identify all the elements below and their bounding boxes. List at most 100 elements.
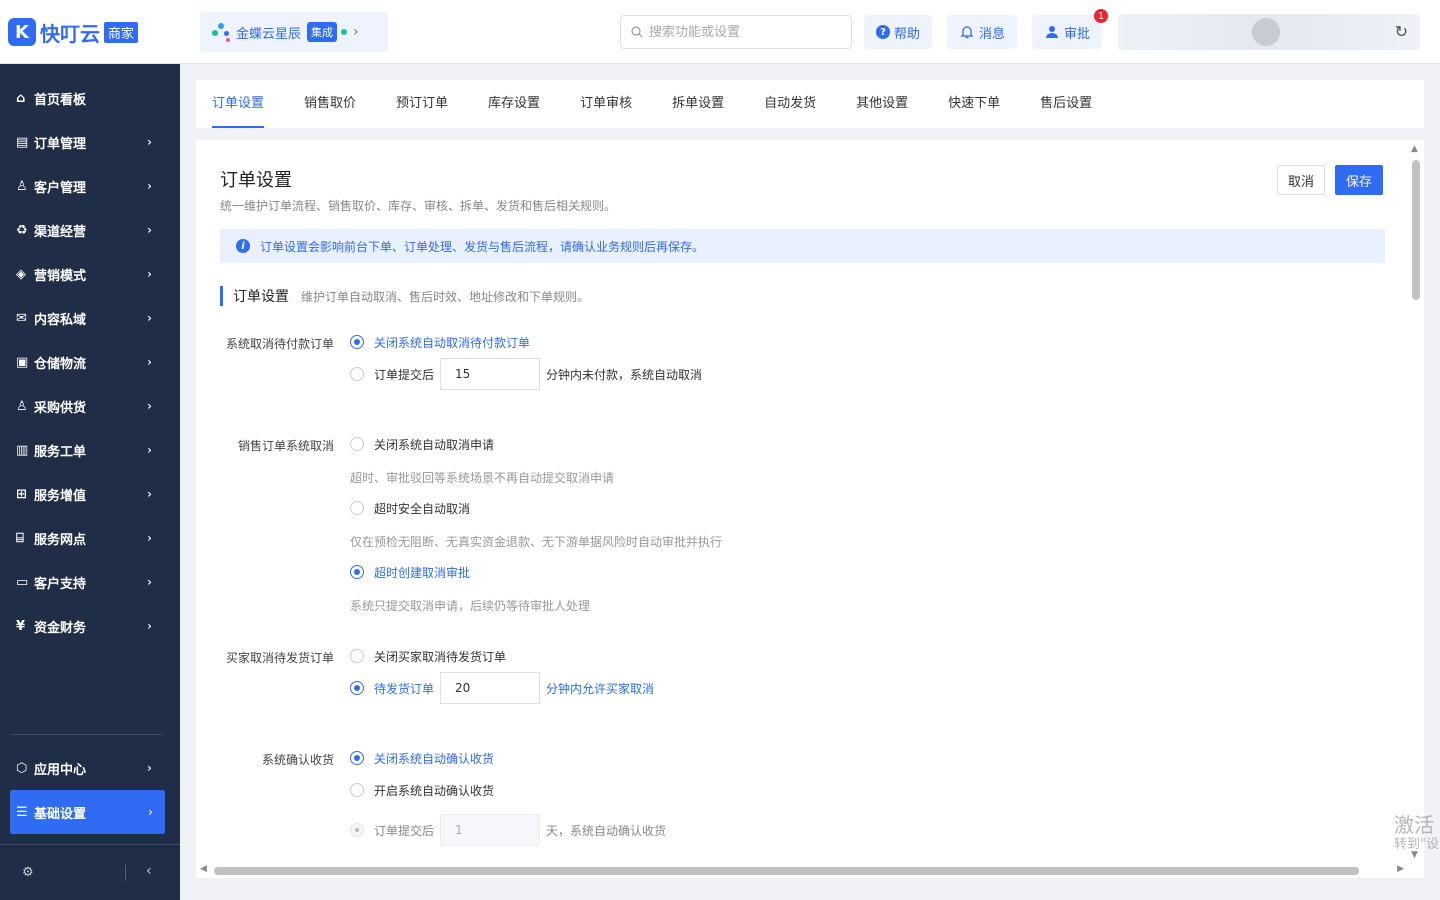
sidebar-item[interactable]: ♙ 采购供货 › bbox=[0, 384, 180, 428]
buyer-cancel-off-option[interactable]: 关闭买家取消待发货订单 bbox=[350, 646, 506, 666]
tab[interactable]: 预订订单 bbox=[396, 80, 448, 128]
sidebar-item[interactable]: ☰ 基础设置 › bbox=[10, 790, 165, 834]
radio-unselected[interactable] bbox=[350, 501, 364, 515]
sidebar-item[interactable]: ◈ 营销模式 › bbox=[0, 252, 180, 296]
sales-cancel-safe-option[interactable]: 超时安全自动取消 bbox=[350, 498, 470, 518]
tab[interactable]: 销售取价 bbox=[304, 80, 356, 128]
tab[interactable]: 售后设置 bbox=[1040, 80, 1092, 128]
buyer-cancel-timed-option[interactable]: 待发货订单 20 分钟内允许买家取消 bbox=[350, 672, 654, 704]
help-button[interactable]: ? 帮助 bbox=[864, 15, 933, 49]
settings-panel: 订单设置 统一维护订单流程、销售取价、库存、审核、拆单、发货和售后相关规则。 取… bbox=[196, 140, 1408, 864]
tag-icon: ◈ bbox=[16, 266, 26, 282]
chevron-right-icon: › bbox=[147, 531, 152, 545]
sidebar-item-label: 服务网点 bbox=[34, 532, 87, 548]
scroll-left-icon[interactable]: ◀ bbox=[200, 864, 207, 874]
radio-selected[interactable] bbox=[350, 681, 364, 695]
tab[interactable]: 拆单设置 bbox=[672, 80, 724, 128]
radio-unselected[interactable] bbox=[350, 367, 364, 381]
radio-unselected[interactable] bbox=[350, 649, 364, 663]
tenant-switcher[interactable]: 金蝶云星辰 集成 › bbox=[200, 12, 388, 52]
sidebar-item[interactable]: ✉ 内容私域 › bbox=[0, 296, 180, 340]
sidebar-item[interactable]: ⊞ 服务增值 › bbox=[0, 472, 180, 516]
sidebar-item-label: 资金财务 bbox=[34, 620, 87, 636]
confirm-receipt-off-option[interactable]: 关闭系统自动确认收货 bbox=[350, 748, 494, 768]
sidebar-item[interactable]: ▥ 服务工单 › bbox=[0, 428, 180, 472]
radio-selected[interactable] bbox=[350, 751, 364, 765]
horizontal-scroll-thumb[interactable] bbox=[214, 867, 1359, 875]
gear-icon[interactable]: ⚙ bbox=[22, 865, 34, 880]
help-label: 帮助 bbox=[894, 26, 921, 42]
sales-cancel-safe-hint: 仅在预检无阻断、无真实资金退款、无下游单据风险时自动审批并执行 bbox=[350, 535, 723, 549]
sidebar-item[interactable]: ▤ 订单管理 › bbox=[0, 120, 180, 164]
search-input[interactable] bbox=[649, 24, 839, 40]
tab[interactable]: 订单审核 bbox=[580, 80, 632, 128]
radio-unselected[interactable] bbox=[350, 437, 364, 451]
sidebar-item[interactable]: ⌂ 首页看板 bbox=[0, 76, 180, 120]
sidebar-item[interactable]: ▣ 仓储物流 › bbox=[0, 340, 180, 384]
approval-button[interactable]: 审批 1 bbox=[1032, 9, 1109, 49]
tab[interactable]: 订单设置 bbox=[212, 80, 265, 128]
mail-icon: ✉ bbox=[16, 310, 27, 326]
option-label: 开启系统自动确认收货 bbox=[374, 783, 495, 798]
receipt-days-input[interactable]: 1 bbox=[440, 814, 541, 846]
sales-cancel-approval-option[interactable]: 超时创建取消审批 bbox=[350, 562, 470, 582]
unpaid-cancel-off-option[interactable]: 关闭系统自动取消待付款订单 bbox=[350, 332, 530, 352]
settings-tabs: 订单设置 销售取价 预订订单 库存设置 订单审核 拆单设置 自动发货 其他设置 快速下单 售后设置 bbox=[196, 80, 1424, 128]
cube-icon: ⬡ bbox=[16, 760, 28, 776]
user-profile[interactable]: ↻ bbox=[1118, 14, 1420, 50]
gift-icon: ⊞ bbox=[16, 486, 27, 502]
sidebar-item-label: 客户管理 bbox=[34, 180, 87, 196]
watermark-line1: 激活 bbox=[1394, 813, 1434, 837]
radio-selected[interactable] bbox=[350, 565, 364, 579]
tenant-name: 金蝶云星辰 bbox=[236, 26, 302, 42]
chevron-right-icon: › bbox=[147, 487, 152, 501]
brand-logo[interactable]: K 快叮云 商家 bbox=[8, 18, 139, 46]
radio-unselected[interactable] bbox=[350, 783, 364, 797]
radio-disabled[interactable] bbox=[350, 823, 364, 837]
chevron-right-icon: › bbox=[353, 24, 359, 40]
sidebar-item[interactable]: ⌸ 服务网点 › bbox=[0, 516, 180, 560]
vertical-scroll-thumb[interactable] bbox=[1412, 160, 1420, 300]
save-button[interactable]: 保存 bbox=[1335, 165, 1384, 195]
messages-button[interactable]: 消息 bbox=[947, 15, 1018, 49]
sidebar-item-label: 采购供货 bbox=[34, 400, 87, 416]
sidebar-item[interactable]: ♻ 渠道经营 › bbox=[0, 208, 180, 252]
sidebar-item[interactable]: ♙ 客户管理 › bbox=[0, 164, 180, 208]
unpaid-minutes-input[interactable]: 15 bbox=[440, 358, 541, 390]
sales-cancel-off-option[interactable]: 关闭系统自动取消申请 bbox=[350, 434, 494, 454]
tab[interactable]: 库存设置 bbox=[488, 80, 540, 128]
refresh-icon[interactable]: ↻ bbox=[1395, 22, 1408, 41]
search-box[interactable] bbox=[620, 15, 852, 49]
vertical-scrollbar[interactable]: ▲ ▼ bbox=[1408, 140, 1424, 864]
confirm-receipt-days-option[interactable]: 订单提交后 1 天，系统自动确认收货 bbox=[350, 814, 667, 846]
tab[interactable]: 快速下单 bbox=[948, 80, 1000, 128]
recycle-icon: ♻ bbox=[16, 222, 28, 238]
confirm-receipt-on-option[interactable]: 开启系统自动确认收货 bbox=[350, 780, 494, 800]
tab[interactable]: 其他设置 bbox=[856, 80, 908, 128]
tab[interactable]: 自动发货 bbox=[764, 80, 816, 128]
sales-cancel-label: 销售订单系统取消 bbox=[237, 439, 334, 453]
sidebar-item[interactable]: ⬡ 应用中心 › bbox=[0, 746, 180, 790]
radio-selected[interactable] bbox=[350, 335, 364, 349]
option-label: 关闭系统自动取消待付款订单 bbox=[374, 335, 531, 350]
chevron-right-icon: › bbox=[147, 223, 152, 237]
collapse-sidebar-icon[interactable]: ‹ bbox=[146, 863, 152, 879]
chevron-right-icon: › bbox=[147, 135, 152, 149]
sidebar-item[interactable]: ¥ 资金财务 › bbox=[0, 604, 180, 648]
horizontal-scrollbar[interactable]: ◀ ▶ bbox=[196, 864, 1424, 878]
option-suffix: 天，系统自动确认收货 bbox=[546, 823, 667, 838]
sidebar-footer: ⚙ ‹ bbox=[0, 844, 180, 900]
option-suffix: 分钟内未付款，系统自动取消 bbox=[546, 367, 703, 382]
activation-watermark: 激活 转到"设 bbox=[1394, 812, 1439, 852]
buyer-cancel-label: 买家取消待发货订单 bbox=[225, 651, 334, 665]
scroll-right-icon[interactable]: ▶ bbox=[1397, 864, 1404, 874]
sidebar-item[interactable]: ▭ 客户支持 › bbox=[0, 560, 180, 604]
unpaid-cancel-timed-option[interactable]: 订单提交后 15 分钟内未付款，系统自动取消 bbox=[350, 358, 703, 390]
top-bar: K 快叮云 商家 金蝶云星辰 集成 › ? 帮助 消息 审批 1 ↻ bbox=[0, 0, 1440, 64]
scroll-up-icon[interactable]: ▲ bbox=[1411, 144, 1418, 154]
sales-cancel-approval-hint: 系统只提交取消申请，后续仍等待审批人处理 bbox=[350, 599, 591, 613]
buyer-minutes-input[interactable]: 20 bbox=[440, 672, 541, 704]
avatar bbox=[1252, 18, 1280, 46]
cancel-button[interactable]: 取消 bbox=[1277, 165, 1326, 195]
sidebar-item-label: 内容私域 bbox=[34, 312, 87, 328]
